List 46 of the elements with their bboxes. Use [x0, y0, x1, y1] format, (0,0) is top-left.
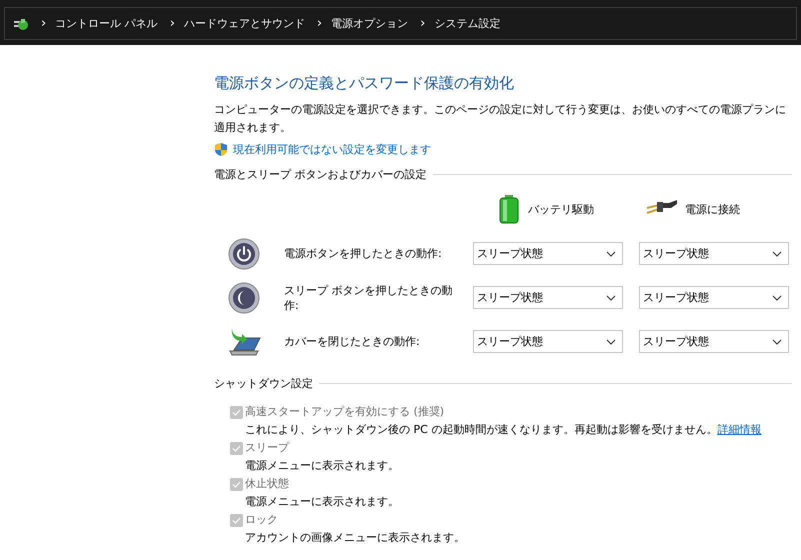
- setting-label: スリープ ボタンを押したときの動作:: [284, 282, 454, 312]
- option-label: 休止状態: [245, 476, 290, 492]
- description-text: コンピューターの電源設定を選択できます。このページの設定に対して行う変更は、お使いのすべての電源プランに適用されます。: [214, 102, 787, 136]
- dropdown[interactable]: スリープ状態: [639, 242, 789, 265]
- chevron-down-icon: [606, 294, 616, 300]
- breadcrumb-item[interactable]: コントロール パネル: [55, 16, 158, 31]
- change-settings-link[interactable]: 現在利用可能ではない設定を変更します: [233, 142, 431, 157]
- breadcrumb-item[interactable]: 電源オプション: [331, 16, 408, 31]
- column-header: 電源に接続: [685, 202, 740, 216]
- dropdown[interactable]: スリープ状態: [473, 330, 623, 353]
- shield-icon: [214, 142, 228, 157]
- setting-label: カバーを閉じたときの動作:: [284, 334, 421, 349]
- check-icon: [232, 445, 241, 452]
- dropdown[interactable]: スリープ状態: [473, 286, 623, 309]
- option-description: アカウントの画像メニューに表示されます。: [245, 531, 465, 544]
- option-label: 高速スタートアップを有効にする (推奨): [245, 404, 446, 420]
- check-icon: [232, 409, 241, 416]
- check-icon: [232, 481, 241, 488]
- option-label: ロック: [245, 512, 279, 528]
- breadcrumb-item[interactable]: システム設定: [434, 16, 500, 31]
- dropdown[interactable]: スリープ状態: [639, 286, 789, 309]
- setting-label: 電源ボタンを押したときの動作:: [284, 246, 443, 261]
- option-description: 電源メニューに表示されます。: [245, 495, 399, 508]
- option-label: スリープ: [245, 440, 290, 456]
- section-heading: シャットダウン設定: [214, 376, 313, 391]
- chevron-down-icon: [606, 250, 616, 256]
- chevron-down-icon: [606, 338, 616, 344]
- page-title: 電源ボタンの定義とパスワード保護の有効化: [214, 73, 515, 94]
- dropdown[interactable]: スリープ状態: [473, 242, 623, 265]
- chevron-down-icon: [772, 338, 782, 344]
- dropdown[interactable]: スリープ状態: [639, 330, 789, 353]
- option-description: これにより、シャットダウン後の PC の起動時間が速くなります。再起動は影響を受けません。: [245, 423, 718, 436]
- section-heading: 電源とスリープ ボタンおよびカバーの設定: [214, 167, 426, 182]
- column-header: バッテリ駆動: [528, 202, 594, 216]
- chevron-down-icon: [772, 294, 782, 300]
- breadcrumb-separator: ›: [316, 16, 322, 31]
- breadcrumb-item[interactable]: ハードウェアとサウンド: [184, 16, 305, 31]
- breadcrumb-separator: ›: [420, 16, 426, 31]
- check-icon: [232, 517, 241, 524]
- battery-icon: [499, 194, 519, 224]
- power-button-icon: [228, 238, 260, 270]
- sleep-button-icon: [228, 282, 260, 314]
- breadcrumb-separator: ›: [170, 16, 175, 31]
- option-description: 電源メニューに表示されます。: [245, 459, 399, 472]
- chevron-down-icon: [772, 250, 782, 256]
- breadcrumb-separator: ›: [41, 16, 46, 31]
